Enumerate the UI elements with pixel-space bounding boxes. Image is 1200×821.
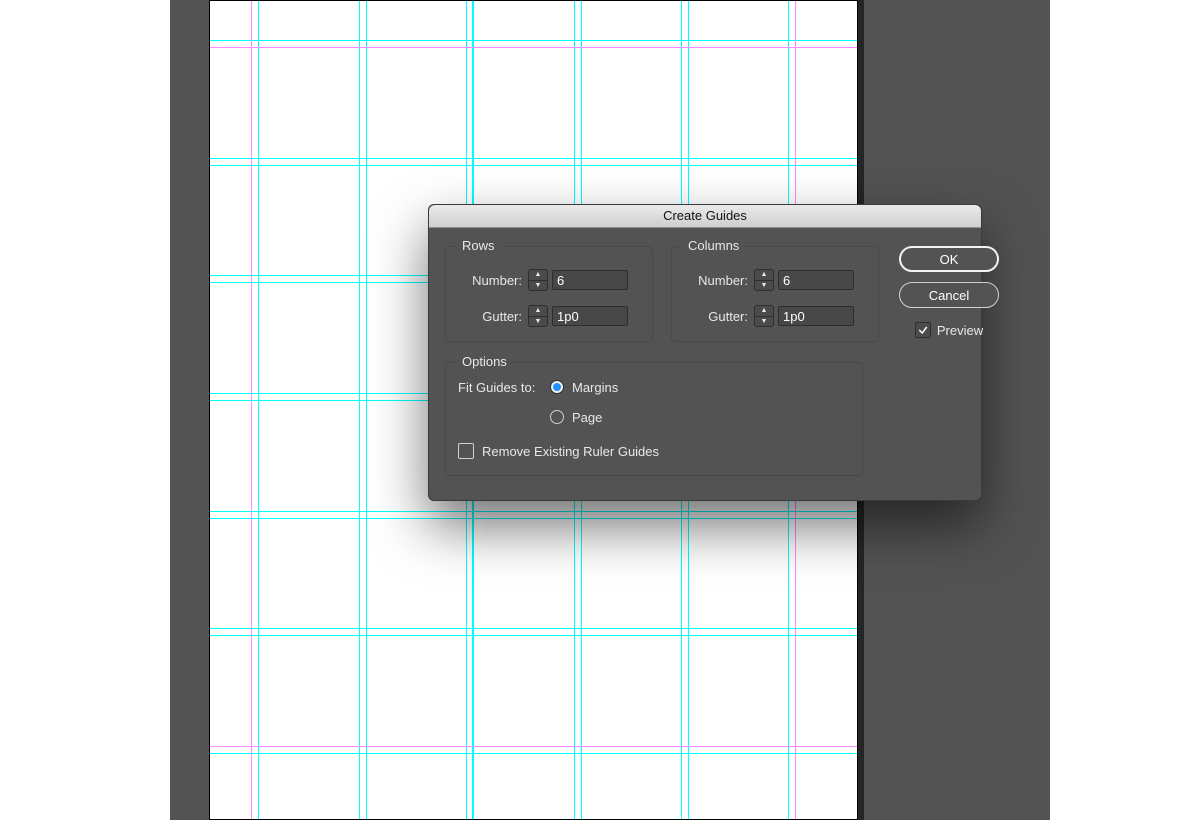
cyan-vertical-guide	[258, 1, 259, 819]
cyan-horizontal-guide	[210, 165, 857, 166]
cyan-horizontal-guide	[210, 518, 857, 519]
rows-group-title: Rows	[456, 238, 501, 253]
columns-gutter-stepper[interactable]: ▲ ▼	[754, 305, 774, 327]
stepper-up-icon[interactable]: ▲	[755, 270, 773, 281]
rows-group: Rows Number: ▲ ▼ Gutter: ▲ ▼	[445, 246, 653, 342]
stepper-down-icon[interactable]: ▼	[755, 281, 773, 291]
columns-number-label: Number:	[682, 273, 748, 288]
stepper-down-icon[interactable]: ▼	[529, 281, 547, 291]
fit-guides-label: Fit Guides to:	[458, 380, 550, 395]
cyan-horizontal-guide	[210, 158, 857, 159]
cyan-horizontal-guide	[210, 753, 857, 754]
columns-gutter-input[interactable]	[778, 306, 854, 326]
rows-gutter-input[interactable]	[552, 306, 628, 326]
cyan-horizontal-guide	[210, 635, 857, 636]
cyan-horizontal-guide	[210, 746, 857, 747]
cyan-horizontal-guide	[210, 511, 857, 512]
rows-number-stepper[interactable]: ▲ ▼	[528, 269, 548, 291]
check-icon	[917, 324, 929, 336]
fit-page-radio[interactable]	[550, 410, 564, 424]
create-guides-dialog: Create Guides Rows Number: ▲ ▼	[428, 204, 982, 501]
magenta-horizontal-guide	[210, 746, 857, 747]
preview-label: Preview	[937, 323, 983, 338]
rows-gutter-stepper[interactable]: ▲ ▼	[528, 305, 548, 327]
remove-existing-guides-label: Remove Existing Ruler Guides	[482, 444, 659, 459]
dialog-title[interactable]: Create Guides	[429, 205, 981, 228]
stepper-up-icon[interactable]: ▲	[529, 306, 547, 317]
cyan-horizontal-guide	[210, 628, 857, 629]
fit-margins-radio[interactable]	[550, 380, 564, 394]
columns-group-title: Columns	[682, 238, 745, 253]
stepper-down-icon[interactable]: ▼	[755, 317, 773, 327]
stepper-up-icon[interactable]: ▲	[529, 270, 547, 281]
fit-margins-label: Margins	[572, 380, 618, 395]
cyan-horizontal-guide	[210, 40, 857, 41]
rows-number-label: Number:	[456, 273, 522, 288]
columns-gutter-label: Gutter:	[682, 309, 748, 324]
cyan-horizontal-guide	[210, 47, 857, 48]
cancel-button[interactable]: Cancel	[899, 282, 999, 308]
cyan-vertical-guide	[366, 1, 367, 819]
stepper-down-icon[interactable]: ▼	[529, 317, 547, 327]
ok-button[interactable]: OK	[899, 246, 999, 272]
rows-gutter-label: Gutter:	[456, 309, 522, 324]
preview-checkbox[interactable]	[915, 322, 931, 338]
cyan-vertical-guide	[359, 1, 360, 819]
columns-group: Columns Number: ▲ ▼ Gutter: ▲ ▼	[671, 246, 879, 342]
rows-number-input[interactable]	[552, 270, 628, 290]
columns-number-stepper[interactable]: ▲ ▼	[754, 269, 774, 291]
magenta-vertical-guide	[251, 1, 252, 819]
magenta-horizontal-guide	[210, 47, 857, 48]
cyan-vertical-guide	[251, 1, 252, 819]
fit-page-label: Page	[572, 410, 602, 425]
dialog-body: Rows Number: ▲ ▼ Gutter: ▲ ▼	[429, 228, 981, 500]
stepper-up-icon[interactable]: ▲	[755, 306, 773, 317]
options-group: Options Fit Guides to: Margins Page Remo…	[445, 362, 863, 476]
remove-existing-guides-checkbox[interactable]	[458, 443, 474, 459]
options-group-title: Options	[456, 354, 513, 369]
columns-number-input[interactable]	[778, 270, 854, 290]
